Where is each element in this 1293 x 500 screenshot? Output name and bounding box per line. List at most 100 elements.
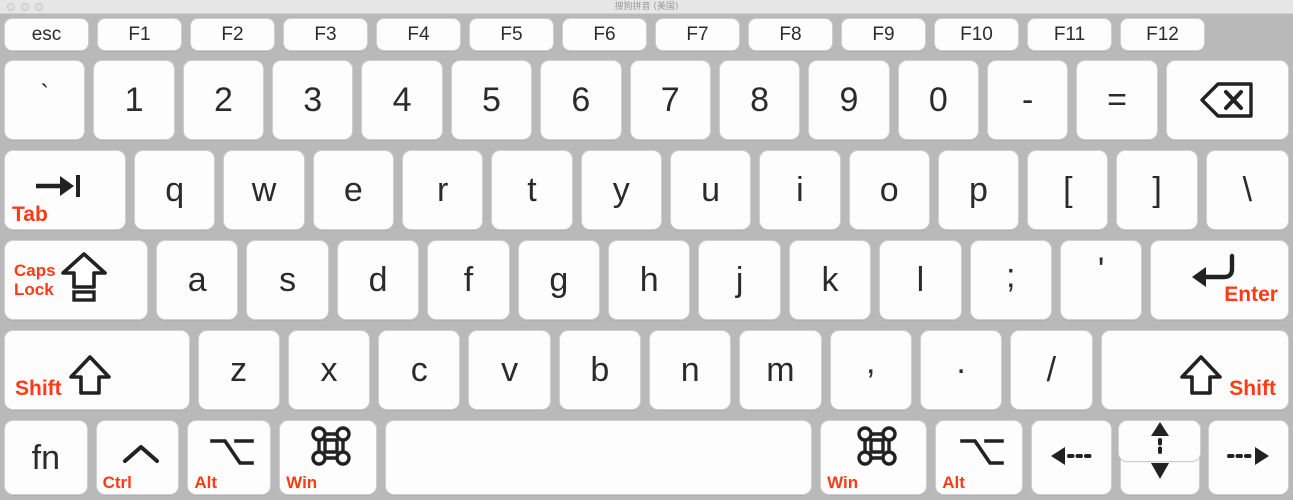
key-z[interactable]: z xyxy=(197,330,280,410)
key-fn[interactable]: fn xyxy=(4,420,88,495)
key-f7[interactable]: F7 xyxy=(655,18,740,51)
key-o[interactable]: o xyxy=(848,150,930,230)
key-label-line1: Caps xyxy=(14,260,56,280)
key-tab[interactable]: Tab xyxy=(4,150,127,230)
key-backquote[interactable]: ` xyxy=(4,60,86,140)
keyboard-row-home: Caps Lock a s d f g h j k l ; ' Enter xyxy=(0,235,1293,325)
key-b[interactable]: b xyxy=(558,330,642,410)
key-l[interactable]: l xyxy=(879,240,962,320)
key-u[interactable]: u xyxy=(669,150,752,230)
key-semicolon[interactable]: ; xyxy=(969,240,1052,320)
key-f2[interactable]: F2 xyxy=(190,18,275,51)
key-capslock[interactable]: Caps Lock xyxy=(4,240,149,320)
key-label: t xyxy=(527,171,537,209)
key-backslash[interactable]: \ xyxy=(1205,150,1289,230)
key-5[interactable]: 5 xyxy=(450,60,533,140)
key-f11[interactable]: F11 xyxy=(1027,18,1112,51)
key-f1[interactable]: F1 xyxy=(97,18,182,51)
key-7[interactable]: 7 xyxy=(629,60,711,140)
key-label: ] xyxy=(1152,171,1162,209)
key-f8[interactable]: F8 xyxy=(748,18,833,51)
key-k[interactable]: k xyxy=(788,240,872,320)
key-r[interactable]: r xyxy=(401,150,484,230)
key-label: F10 xyxy=(960,24,993,45)
key-enter[interactable]: Enter xyxy=(1150,240,1289,320)
key-label: c xyxy=(410,351,428,389)
key-8[interactable]: 8 xyxy=(718,60,801,140)
key-win-left[interactable]: Win xyxy=(279,420,377,495)
key-minus[interactable]: - xyxy=(986,60,1069,140)
key-9[interactable]: 9 xyxy=(808,60,890,140)
key-f9[interactable]: F9 xyxy=(841,18,926,51)
key-f4[interactable]: F4 xyxy=(376,18,461,51)
key-bracketleft[interactable]: [ xyxy=(1027,150,1109,230)
key-label: d xyxy=(368,261,388,299)
key-s[interactable]: s xyxy=(246,240,329,320)
key-label: . xyxy=(956,343,966,381)
key-equal[interactable]: = xyxy=(1076,60,1158,140)
key-label: 5 xyxy=(482,81,501,119)
key-t[interactable]: t xyxy=(491,150,573,230)
key-backspace[interactable] xyxy=(1165,60,1289,140)
key-x[interactable]: x xyxy=(287,330,371,410)
key-n[interactable]: n xyxy=(649,330,732,410)
key-m[interactable]: m xyxy=(739,330,822,410)
key-label: F1 xyxy=(128,24,151,45)
key-space[interactable] xyxy=(384,420,813,495)
key-y[interactable]: y xyxy=(580,150,662,230)
key-label: h xyxy=(639,261,659,299)
key-e[interactable]: e xyxy=(312,150,394,230)
key-f6[interactable]: F6 xyxy=(562,18,647,51)
key-label-line2: Lock xyxy=(14,280,54,299)
key-f3[interactable]: F3 xyxy=(283,18,368,51)
key-a[interactable]: a xyxy=(156,240,239,320)
key-arrow-right[interactable] xyxy=(1208,420,1290,495)
key-i[interactable]: i xyxy=(759,150,841,230)
key-period[interactable]: . xyxy=(919,330,1003,410)
key-f12[interactable]: F12 xyxy=(1120,18,1205,51)
key-alt-right[interactable]: Alt xyxy=(935,420,1023,495)
option-icon xyxy=(959,436,1005,474)
key-4[interactable]: 4 xyxy=(361,60,443,140)
key-1[interactable]: 1 xyxy=(93,60,175,140)
key-label: F6 xyxy=(593,24,616,45)
key-h[interactable]: h xyxy=(608,240,691,320)
key-comma[interactable]: , xyxy=(829,330,912,410)
key-f[interactable]: f xyxy=(427,240,510,320)
key-p[interactable]: p xyxy=(937,150,1020,230)
key-label: j xyxy=(735,261,744,299)
key-label: Tab xyxy=(12,203,48,226)
key-shift-right[interactable]: Shift xyxy=(1100,330,1289,410)
key-label: z xyxy=(230,351,248,389)
key-label: ' xyxy=(1097,251,1105,289)
key-j[interactable]: j xyxy=(698,240,781,320)
key-6[interactable]: 6 xyxy=(540,60,622,140)
key-bracketright[interactable]: ] xyxy=(1116,150,1198,230)
key-d[interactable]: d xyxy=(336,240,420,320)
key-arrow-left[interactable] xyxy=(1030,420,1112,495)
key-esc[interactable]: esc xyxy=(4,18,89,51)
key-win-right[interactable]: Win xyxy=(820,420,928,495)
key-g[interactable]: g xyxy=(517,240,601,320)
key-q[interactable]: q xyxy=(134,150,216,230)
key-c[interactable]: c xyxy=(378,330,461,410)
key-slash[interactable]: / xyxy=(1010,330,1093,410)
key-3[interactable]: 3 xyxy=(272,60,354,140)
key-label: F7 xyxy=(686,24,709,45)
keyboard-row-function: esc F1 F2 F3 F4 F5 F6 F7 F8 F9 F10 F11 F… xyxy=(0,14,1293,55)
key-v[interactable]: v xyxy=(468,330,551,410)
key-alt-left[interactable]: Alt xyxy=(187,420,272,495)
key-0[interactable]: 0 xyxy=(897,60,979,140)
key-control[interactable]: Ctrl xyxy=(95,420,180,495)
key-label: Alt xyxy=(194,473,218,492)
key-arrow-up[interactable] xyxy=(1118,420,1201,462)
key-w[interactable]: w xyxy=(223,150,305,230)
key-f5[interactable]: F5 xyxy=(469,18,554,51)
key-label: Alt xyxy=(942,473,965,492)
capslock-arrow-icon xyxy=(60,249,108,311)
key-2[interactable]: 2 xyxy=(182,60,265,140)
key-quote[interactable]: ' xyxy=(1059,240,1143,320)
key-shift-left[interactable]: Shift xyxy=(4,330,190,410)
key-label: F12 xyxy=(1146,24,1179,45)
key-f10[interactable]: F10 xyxy=(934,18,1019,51)
